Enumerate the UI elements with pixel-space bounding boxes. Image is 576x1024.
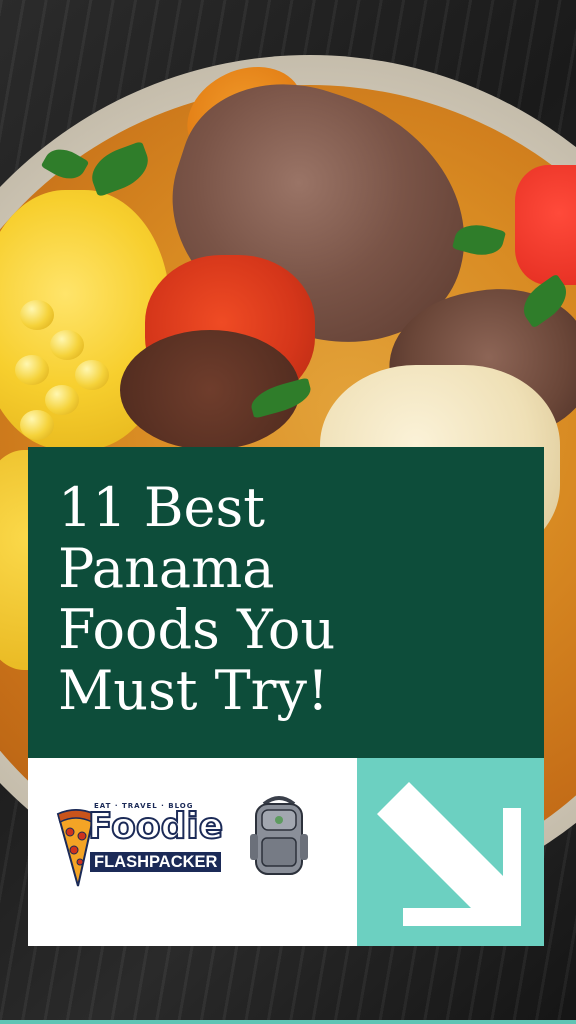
brand-logo-panel[interactable]: EAT · TRAVEL · BLOG Foodie FLASHPACKER [28, 758, 357, 946]
title-line: Foods You [58, 598, 336, 661]
title-line: Panama [58, 537, 275, 600]
arrow-down-right-icon [377, 782, 521, 926]
corn-kernel [75, 360, 109, 390]
corn-kernel [50, 330, 84, 360]
bottom-accent-bar [0, 1020, 576, 1024]
title-line: 11 Best [58, 476, 265, 539]
backpack-icon [250, 796, 308, 875]
title-line: Must Try! [58, 659, 329, 722]
corn-kernel [45, 385, 79, 415]
corn-kernel [20, 410, 54, 440]
logo-wordmark-flashpacker: FLASHPACKER [90, 852, 222, 872]
page-title: 11 Best Panama Foods You Must Try! [58, 477, 335, 721]
read-more-arrow-button[interactable] [357, 758, 544, 946]
red-pepper-piece [515, 165, 576, 285]
corn-kernel [15, 355, 49, 385]
logo-wordmark-foodie: Foodie [87, 806, 224, 847]
title-card: 11 Best Panama Foods You Must Try! [28, 447, 544, 758]
corn-kernel [20, 300, 54, 330]
